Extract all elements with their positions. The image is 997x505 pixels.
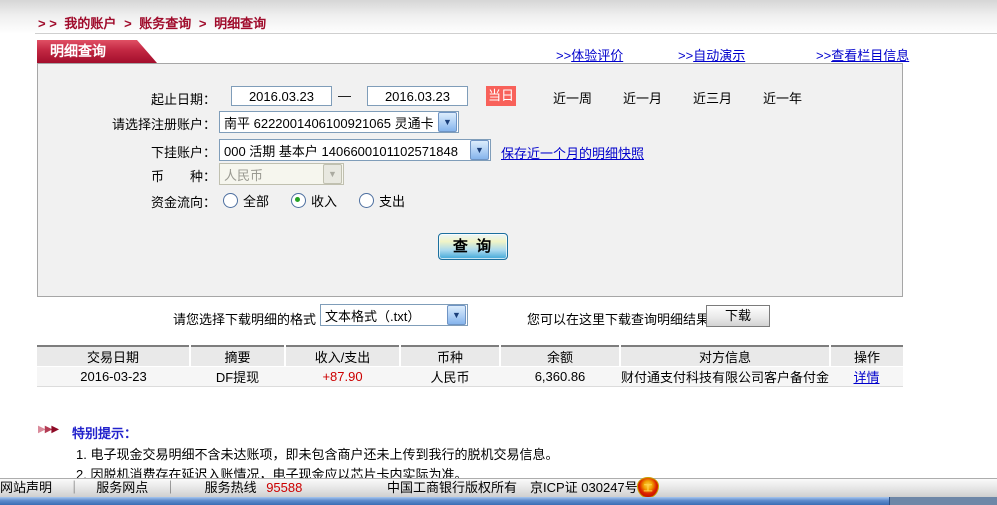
date-range-separator: — — [338, 88, 351, 103]
radio-icon[interactable] — [291, 193, 306, 208]
col-amount: 收入/支出 — [285, 346, 400, 367]
sub-account-label: 下挂账户： — [38, 142, 216, 161]
copyright-text: 中国工商银行版权所有 京ICP证 030247号 — [387, 479, 638, 497]
last-month-link[interactable]: 近一月 — [623, 88, 662, 107]
site-statement-link[interactable]: 网站声明 — [0, 480, 52, 495]
experience-rating-link[interactable]: >>体验评价 — [556, 45, 623, 64]
flow-option-label: 支出 — [379, 191, 405, 210]
last-year-link[interactable]: 近一年 — [763, 88, 802, 107]
download-format-value: 文本格式（.txt） — [321, 306, 446, 325]
download-format-select[interactable]: 文本格式（.txt） ▼ — [320, 304, 468, 326]
col-balance: 余额 — [500, 346, 620, 367]
special-notice-title: 特别提示： — [72, 423, 137, 442]
hotline-number: 95588 — [266, 480, 302, 495]
download-hint: 您可以在这里下载查询明细结果 — [527, 309, 709, 328]
last-quarter-link[interactable]: 近三月 — [693, 88, 732, 107]
triple-arrow-icon: ▶▶▶ — [38, 424, 58, 435]
notice-item-1: 1. 电子现金交易明细不含未达账项，即未包含商户还未上传到我行的脱机交易信息。 — [76, 444, 558, 463]
breadcrumb-separator: > — [124, 16, 132, 31]
col-date: 交易日期 — [37, 346, 190, 367]
footer-separator: ｜ — [164, 480, 177, 495]
auto-demo-link[interactable]: >>自动演示 — [678, 45, 745, 64]
chevron-down-icon: ▼ — [447, 305, 466, 325]
breadcrumb-prefix: > > — [38, 16, 57, 31]
breadcrumb: > > 我的账户 > 账务查询 > 明细查询 — [38, 13, 270, 32]
download-button[interactable]: 下载 — [706, 305, 770, 327]
service-outlets-link[interactable]: 服务网点 — [96, 480, 148, 495]
col-currency: 币种 — [400, 346, 500, 367]
link-arrow-prefix: >> — [678, 48, 693, 63]
flow-option-income[interactable]: 收入 — [291, 191, 337, 210]
link-label: 自动演示 — [693, 48, 745, 63]
register-account-label: 请选择注册账户： — [38, 114, 216, 133]
download-format-label: 请您选择下载明细的格式 — [173, 309, 316, 328]
save-snapshot-link[interactable]: 保存近一个月的明细快照 — [501, 143, 644, 162]
start-date-input[interactable] — [231, 86, 332, 106]
chevron-down-icon: ▼ — [438, 112, 457, 132]
cell-amount: +87.90 — [285, 367, 400, 387]
tab-detail-query[interactable]: 明细查询 — [37, 40, 157, 63]
cell-date: 2016-03-23 — [37, 367, 190, 387]
horizontal-scrollbar[interactable] — [0, 497, 997, 505]
end-date-input[interactable] — [367, 86, 468, 106]
column-info-link[interactable]: >>查看栏目信息 — [816, 45, 909, 64]
breadcrumb-item-account-query[interactable]: 账务查询 — [139, 16, 191, 31]
col-action: 操作 — [830, 346, 903, 367]
last-week-link[interactable]: 近一周 — [553, 88, 592, 107]
link-label: 体验评价 — [571, 48, 623, 63]
flow-options: 全部 收入 支出 — [223, 191, 405, 210]
detail-link[interactable]: 详情 — [853, 370, 879, 385]
query-form-panel: 起止日期： — 当日 近一周 近一月 近三月 近一年 请选择注册账户： 南平 6… — [37, 63, 903, 297]
breadcrumb-divider — [35, 33, 997, 34]
register-account-select[interactable]: 南平 6222001406100921065 灵通卡 ▼ — [219, 111, 459, 133]
footer-separator: ｜ — [68, 480, 81, 495]
today-button[interactable]: 当日 — [486, 86, 516, 106]
link-arrow-prefix: >> — [816, 48, 831, 63]
link-arrow-prefix: >> — [556, 48, 571, 63]
col-counterparty: 对方信息 — [620, 346, 830, 367]
breadcrumb-separator: > — [199, 16, 207, 31]
flow-option-expense[interactable]: 支出 — [359, 191, 405, 210]
flow-label: 资金流向： — [38, 192, 216, 211]
breadcrumb-item-my-account[interactable]: 我的账户 — [64, 16, 116, 31]
radio-icon[interactable] — [359, 193, 374, 208]
sub-account-value: 000 活期 基本户 1406600101102571848 — [220, 141, 469, 160]
flow-option-label: 收入 — [311, 191, 337, 210]
flow-option-label: 全部 — [243, 191, 269, 210]
detail-query-page: > > 我的账户 > 账务查询 > 明细查询 明细查询 >>体验评价 >>自动演… — [0, 0, 997, 505]
cell-summary: DF提现 — [190, 367, 285, 387]
cell-action: 详情 — [830, 367, 903, 387]
breadcrumb-item-detail-query[interactable]: 明细查询 — [214, 16, 266, 31]
currency-label: 币 种： — [38, 166, 216, 185]
register-account-value: 南平 6222001406100921065 灵通卡 — [220, 113, 437, 132]
flow-option-all[interactable]: 全部 — [223, 191, 269, 210]
cell-balance: 6,360.86 — [500, 367, 620, 387]
footer-bar: 网站声明 ｜ 服务网点 ｜ 服务热线 95588 中国工商银行版权所有 京ICP… — [0, 478, 997, 497]
link-label: 查看栏目信息 — [831, 48, 909, 63]
sub-account-select[interactable]: 000 活期 基本户 1406600101102571848 ▼ — [219, 139, 491, 161]
chevron-down-icon: ▼ — [470, 140, 489, 160]
hotline-label: 服务热线 — [205, 480, 257, 495]
scrollbar-thumb[interactable] — [0, 497, 890, 505]
cell-counterparty: 财付通支付科技有限公司客户备付金 — [620, 367, 830, 387]
currency-value: 人民币 — [220, 165, 322, 184]
transaction-table: 交易日期 摘要 收入/支出 币种 余额 对方信息 操作 2016-03-23 D… — [37, 345, 903, 387]
chevron-down-icon: ▼ — [323, 164, 342, 184]
footer-left: 网站声明 ｜ 服务网点 ｜ 服务热线 95588 — [0, 479, 302, 497]
col-summary: 摘要 — [190, 346, 285, 367]
date-range-label: 起止日期： — [38, 89, 216, 108]
currency-select: 人民币 ▼ — [219, 163, 344, 185]
radio-icon[interactable] — [223, 193, 238, 208]
query-button[interactable]: 查 询 — [438, 233, 508, 260]
table-header-row: 交易日期 摘要 收入/支出 币种 余额 对方信息 操作 — [37, 346, 903, 367]
cell-currency: 人民币 — [400, 367, 500, 387]
table-row: 2016-03-23 DF提现 +87.90 人民币 6,360.86 财付通支… — [37, 367, 903, 387]
